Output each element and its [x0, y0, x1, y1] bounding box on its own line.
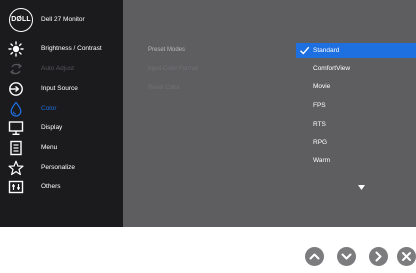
osd-header: DØLL Dell 27 Monitor: [0, 8, 123, 34]
others-icon: [8, 179, 24, 195]
menu-item-label: Personalize: [41, 164, 75, 171]
menu-item-input-source[interactable]: Input Source: [0, 79, 123, 99]
option-comfortview[interactable]: ComfortView: [296, 61, 416, 76]
menu-item-color[interactable]: Color: [0, 99, 123, 119]
input-source-icon: [8, 81, 24, 97]
menu-item-personalize[interactable]: Personalize: [0, 158, 123, 178]
close-button[interactable]: [397, 247, 416, 266]
menu-item-label: Others: [41, 183, 61, 190]
option-label: FPS: [313, 102, 326, 109]
menu-item-label: Color: [41, 105, 57, 112]
option-label: ComfortView: [313, 65, 351, 72]
menu-item-others[interactable]: Others: [0, 177, 123, 197]
monitor-osd: DØLL Dell 27 Monitor Brightness / Contra…: [0, 0, 416, 227]
menu-item-brightness-contrast[interactable]: Brightness / Contrast: [0, 39, 123, 59]
main-menu-sidebar: DØLL Dell 27 Monitor Brightness / Contra…: [0, 0, 123, 227]
preset-mode-options: Standard ComfortView Movie FPS RTS RPG W…: [296, 0, 416, 227]
option-rts[interactable]: RTS: [296, 117, 416, 132]
up-button[interactable]: [305, 247, 324, 266]
option-warm[interactable]: Warm: [296, 153, 416, 168]
menu-item-label: Display: [41, 124, 63, 131]
down-button[interactable]: [337, 247, 356, 266]
submenu-item-reset-color[interactable]: Reset Color: [148, 81, 298, 95]
menu-item-label: Menu: [41, 144, 58, 151]
dell-logo: DØLL: [9, 8, 33, 32]
option-label: RPG: [313, 139, 328, 146]
star-icon: [8, 160, 24, 176]
submenu-item-preset-modes[interactable]: Preset Modes: [148, 43, 298, 57]
option-label: Warm: [313, 157, 331, 164]
auto-adjust-icon: [8, 61, 24, 77]
option-label: Standard: [313, 47, 340, 54]
color-drop-icon: [8, 101, 24, 117]
menu-item-label: Auto Adjust: [41, 65, 74, 72]
option-movie[interactable]: Movie: [296, 79, 416, 94]
menu-list-icon: [8, 140, 24, 156]
menu-item-label: Brightness / Contrast: [41, 45, 102, 52]
right-button[interactable]: [369, 247, 388, 266]
option-rpg[interactable]: RPG: [296, 135, 416, 150]
menu-item-menu[interactable]: Menu: [0, 138, 123, 158]
brightness-icon: [8, 41, 24, 57]
option-label: Movie: [313, 83, 331, 90]
menu-item-auto-adjust[interactable]: Auto Adjust: [0, 59, 123, 79]
submenu-item-input-color-format[interactable]: Input Color Format: [148, 62, 298, 76]
option-standard[interactable]: Standard: [296, 43, 416, 58]
option-label: RTS: [313, 121, 326, 128]
menu-item-display[interactable]: Display: [0, 118, 123, 138]
option-fps[interactable]: FPS: [296, 98, 416, 113]
checkmark-icon: [299, 45, 310, 56]
monitor-name: Dell 27 Monitor: [41, 16, 85, 23]
menu-item-label: Input Source: [41, 85, 78, 92]
chevron-down-icon[interactable]: [358, 185, 365, 190]
display-icon: [8, 120, 24, 136]
